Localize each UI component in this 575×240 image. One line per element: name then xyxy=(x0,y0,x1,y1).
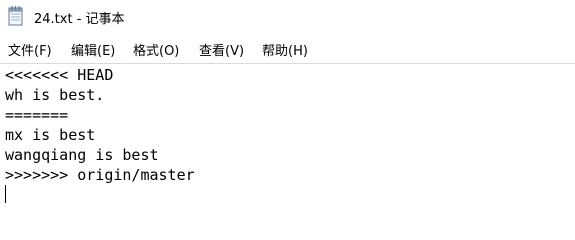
menu-help[interactable]: 帮助(H) xyxy=(262,40,308,59)
text-line-5: wangqiang is best xyxy=(5,146,159,164)
text-line-4: mx is best xyxy=(5,126,96,144)
title-bar: 24.txt - 记事本 xyxy=(0,0,575,34)
text-line-1: <<<<<<< HEAD xyxy=(5,66,114,84)
text-line-6: >>>>>>> origin/master xyxy=(5,166,195,184)
menu-bar: 文件(F) 编辑(E) 格式(O) 查看(V) 帮助(H) xyxy=(0,36,575,60)
menu-file[interactable]: 文件(F) xyxy=(8,40,52,59)
text-line-3: ======= xyxy=(5,106,69,124)
notepad-window: 24.txt - 记事本 文件(F) 编辑(E) 格式(O) 查看(V) 帮助(… xyxy=(0,0,575,237)
notepad-icon xyxy=(8,6,24,26)
text-editor-area[interactable]: <<<<<<< HEAD wh is best. ======= mx is b… xyxy=(0,64,575,237)
menu-view[interactable]: 查看(V) xyxy=(199,40,244,59)
window-title: 24.txt - 记事本 xyxy=(34,12,125,27)
menu-edit[interactable]: 编辑(E) xyxy=(71,40,115,59)
text-line-2: wh is best. xyxy=(5,86,105,104)
menu-format[interactable]: 格式(O) xyxy=(133,40,179,59)
text-cursor xyxy=(5,185,6,203)
